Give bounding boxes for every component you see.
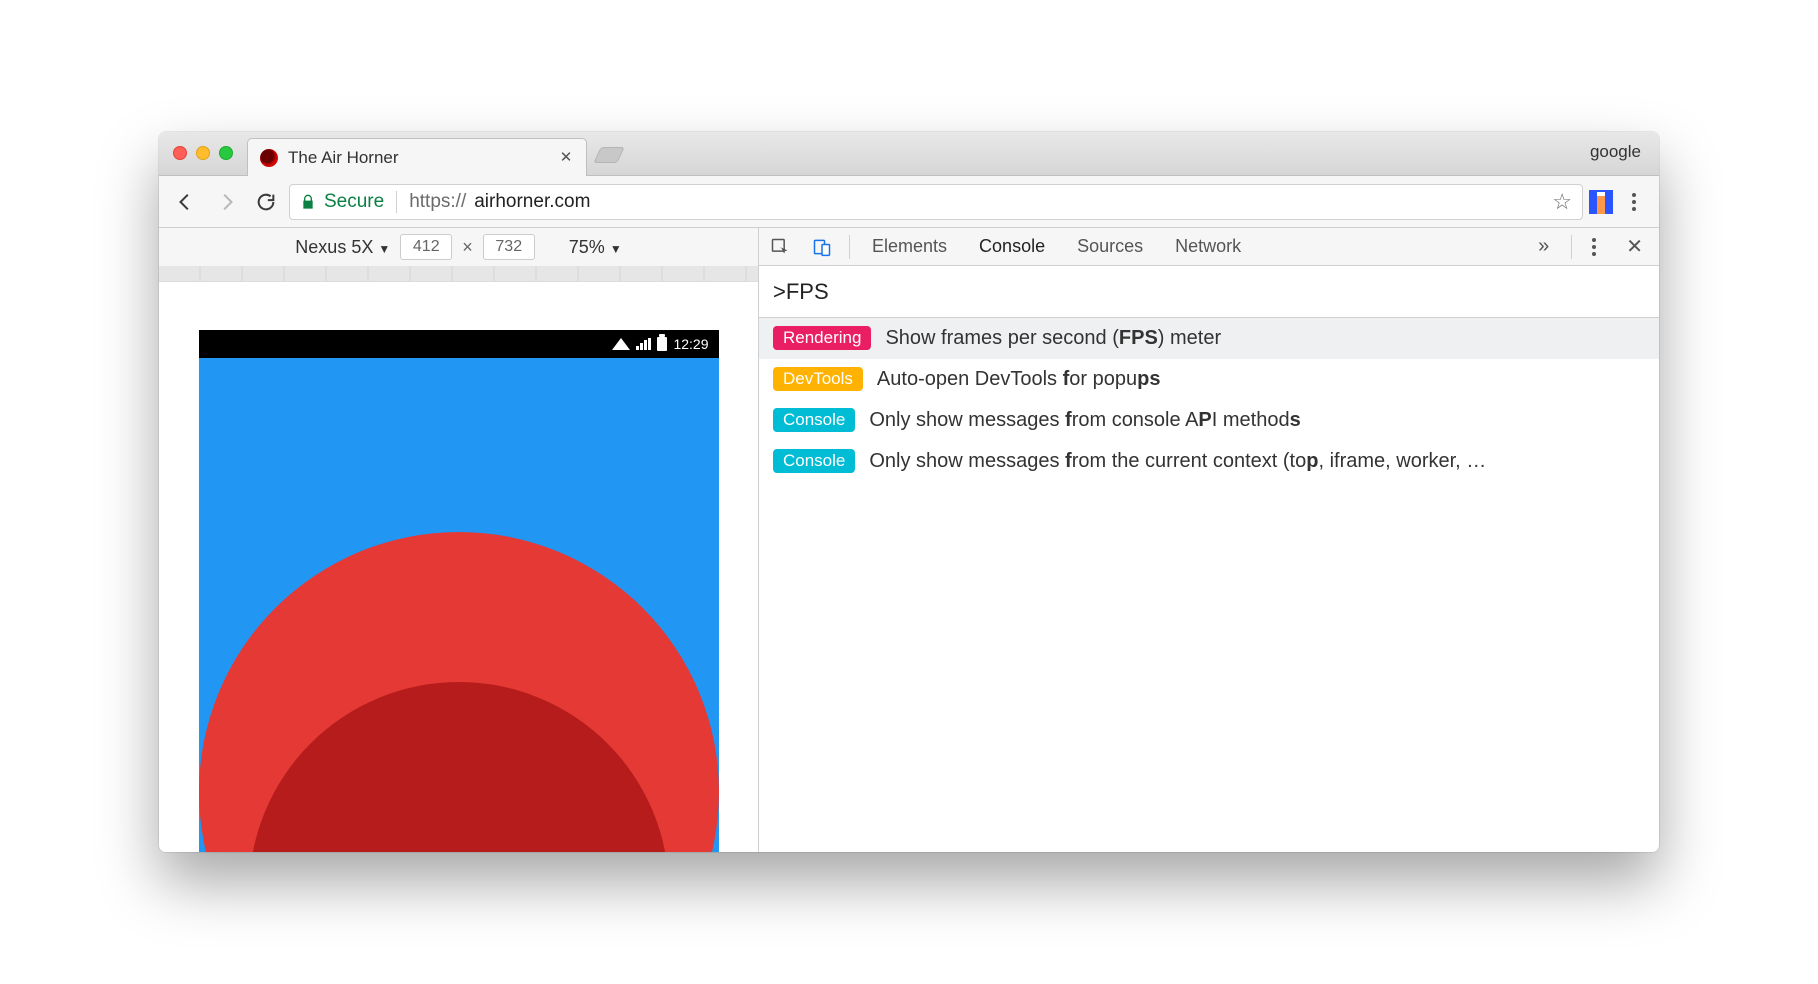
favicon-icon	[260, 149, 278, 167]
command-menu-query: >FPS	[773, 279, 829, 305]
devtools-tabbar: ElementsConsoleSourcesNetwork » ✕	[759, 228, 1659, 266]
command-menu-input[interactable]: >FPS	[759, 266, 1659, 318]
command-text: Auto-open DevTools for popups	[877, 368, 1161, 391]
minimize-window-button[interactable]	[196, 146, 210, 160]
browser-menu-button[interactable]	[1619, 193, 1649, 211]
bookmark-star-icon[interactable]: ☆	[1552, 189, 1572, 215]
extension-lighthouse-icon[interactable]	[1589, 190, 1613, 214]
address-bar[interactable]: Secure https:// airhorner.com ☆	[289, 184, 1583, 220]
device-select[interactable]: Nexus 5X ▼	[295, 237, 390, 258]
more-tabs-button[interactable]: »	[1522, 235, 1565, 258]
devtools-tab-network[interactable]: Network	[1159, 228, 1257, 265]
content-area: Nexus 5X ▼ × 75% ▼ 12:29	[159, 228, 1659, 852]
command-text: Only show messages from console API meth…	[869, 409, 1300, 432]
cell-signal-icon	[636, 338, 651, 350]
maximize-window-button[interactable]	[219, 146, 233, 160]
toggle-device-toolbar-button[interactable]	[801, 228, 843, 265]
separator	[849, 235, 850, 259]
command-menu-item[interactable]: Rendering Show frames per second (FPS) me…	[759, 318, 1659, 359]
close-window-button[interactable]	[173, 146, 187, 160]
new-tab-button[interactable]	[593, 147, 624, 163]
battery-icon	[657, 337, 667, 351]
command-menu-list: Rendering Show frames per second (FPS) me…	[759, 318, 1659, 482]
window-controls	[173, 146, 233, 160]
devtools-tabbar-right: » ✕	[1522, 234, 1659, 259]
profile-label[interactable]: google	[1590, 142, 1641, 162]
devtools-tabs: ElementsConsoleSourcesNetwork	[856, 228, 1257, 265]
back-button[interactable]	[169, 185, 203, 219]
phone-clock: 12:29	[673, 336, 708, 352]
zoom-select[interactable]: 75% ▼	[569, 237, 622, 258]
devtools-close-button[interactable]: ✕	[1610, 234, 1659, 259]
device-viewport: 12:29	[159, 282, 758, 852]
separator	[396, 191, 397, 213]
device-toolbar: Nexus 5X ▼ × 75% ▼	[159, 228, 758, 266]
device-height-input[interactable]	[483, 234, 535, 260]
device-pane: Nexus 5X ▼ × 75% ▼ 12:29	[159, 228, 759, 852]
url-host: airhorner.com	[474, 191, 590, 213]
browser-window: The Air Horner ✕ google Secure	[159, 132, 1659, 852]
dim-multiply: ×	[462, 237, 473, 258]
command-tag: DevTools	[773, 367, 863, 391]
command-text: Only show messages from the current cont…	[869, 450, 1486, 473]
phone-screen: 12:29	[199, 330, 719, 852]
browser-toolbar: Secure https:// airhorner.com ☆	[159, 176, 1659, 228]
url-scheme: https://	[409, 191, 466, 213]
devtools-menu-button[interactable]	[1578, 238, 1610, 256]
browser-tab[interactable]: The Air Horner ✕	[247, 138, 587, 176]
device-width-input[interactable]	[400, 234, 452, 260]
command-menu-item[interactable]: Console Only show messages from console A…	[759, 400, 1659, 441]
command-menu-item[interactable]: Console Only show messages from the curre…	[759, 441, 1659, 482]
devtools-tab-elements[interactable]: Elements	[856, 228, 963, 265]
tab-title: The Air Horner	[288, 148, 399, 168]
forward-button[interactable]	[209, 185, 243, 219]
devtools-tab-sources[interactable]: Sources	[1061, 228, 1159, 265]
lock-icon	[300, 193, 316, 211]
command-menu-item[interactable]: DevTools Auto-open DevTools for popups	[759, 359, 1659, 400]
devtools-tab-console[interactable]: Console	[963, 228, 1061, 265]
tab-close-button[interactable]: ✕	[558, 150, 574, 166]
devtools-pane: ElementsConsoleSourcesNetwork » ✕ >FPS R…	[759, 228, 1659, 852]
secure-label: Secure	[324, 191, 384, 213]
inspect-element-button[interactable]	[759, 228, 801, 265]
separator	[1571, 235, 1572, 259]
command-tag: Console	[773, 449, 855, 473]
device-ruler	[159, 266, 758, 282]
wifi-icon	[612, 338, 630, 350]
command-tag: Console	[773, 408, 855, 432]
command-tag: Rendering	[773, 326, 871, 350]
command-text: Show frames per second (FPS) meter	[885, 327, 1221, 350]
titlebar: The Air Horner ✕ google	[159, 132, 1659, 176]
reload-button[interactable]	[249, 185, 283, 219]
phone-status-bar: 12:29	[199, 330, 719, 358]
